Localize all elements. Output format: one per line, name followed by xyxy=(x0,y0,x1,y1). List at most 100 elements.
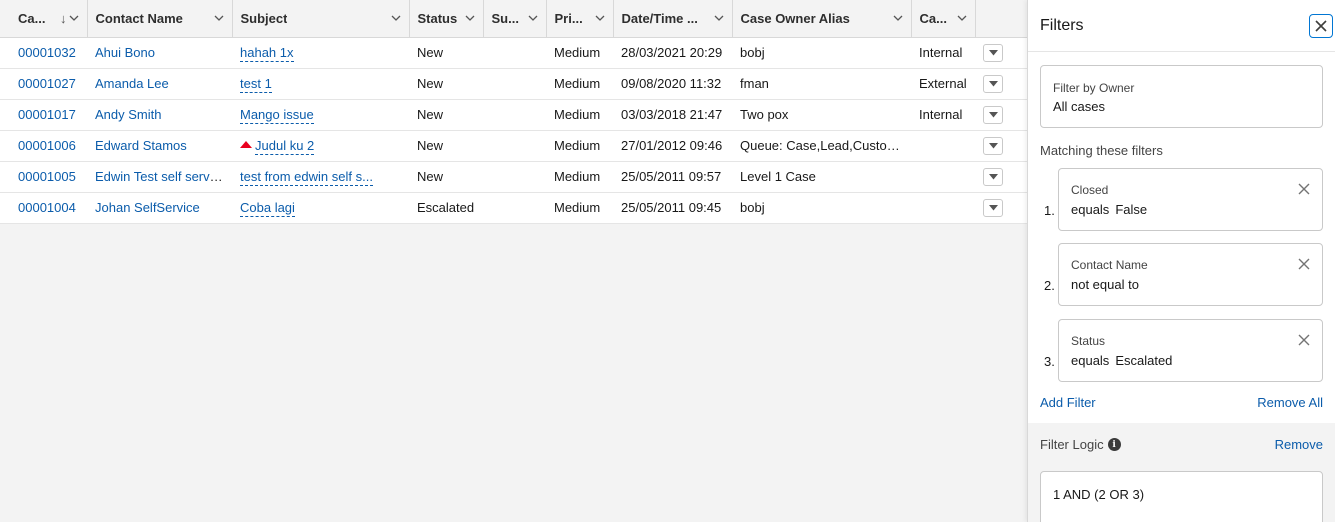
sort-descending-icon[interactable]: ↓ xyxy=(60,11,67,26)
column-header-label: Su... xyxy=(491,10,519,26)
subject-cell: hahah 1x xyxy=(232,37,409,69)
filter-field: Closed xyxy=(1071,183,1109,197)
contact-name-link[interactable]: Amanda Lee xyxy=(95,76,169,91)
priority-cell: Medium xyxy=(546,37,613,69)
sub-cell xyxy=(483,130,546,162)
contact-name-link[interactable]: Ahui Bono xyxy=(95,45,155,60)
case-number-link[interactable]: 00001017 xyxy=(18,107,76,122)
sub-cell xyxy=(483,68,546,100)
filters-panel: Filters Filter by Owner All cases Matchi… xyxy=(1027,0,1335,522)
remove-filter-icon[interactable] xyxy=(1298,334,1310,346)
chevron-down-icon[interactable] xyxy=(391,13,401,23)
table-row: 00001032 Ahui Bono hahah 1x New Medium 28/03/… xyxy=(0,37,1027,69)
chevron-down-icon xyxy=(988,142,998,148)
filter-value: Escalated xyxy=(1115,353,1173,368)
column-header[interactable]: Su... xyxy=(483,0,547,38)
chevron-down-icon xyxy=(988,80,998,86)
sub-cell xyxy=(483,37,546,69)
remove-all-link[interactable]: Remove All xyxy=(1257,395,1323,410)
table-row: 00001004 Johan SelfService Coba lagi Escala… xyxy=(0,192,1027,224)
filter-number: 2. xyxy=(1044,278,1055,293)
contact-name-cell: Ahui Bono xyxy=(87,37,232,69)
row-action-menu-button[interactable] xyxy=(983,43,1003,62)
chevron-down-icon[interactable] xyxy=(714,13,724,23)
case-type-cell xyxy=(911,161,975,193)
status-cell: Escalated xyxy=(409,192,483,224)
row-actions-cell xyxy=(975,192,1027,224)
row-action-menu-button[interactable] xyxy=(983,105,1003,124)
filter-number: 1. xyxy=(1044,203,1055,218)
chevron-down-icon[interactable] xyxy=(528,13,538,23)
filter-card-status[interactable]: Status equals Escalated xyxy=(1058,319,1323,382)
row-action-menu-button[interactable] xyxy=(983,167,1003,186)
datetime-cell: 27/01/2012 09:46 xyxy=(613,130,732,162)
chevron-down-icon[interactable] xyxy=(595,13,605,23)
contact-name-link[interactable]: Johan SelfService xyxy=(95,200,200,215)
column-header[interactable]: Date/Time ... xyxy=(613,0,733,38)
filter-card-closed[interactable]: Closed equals False xyxy=(1058,168,1323,231)
subject-link[interactable]: test 1 xyxy=(240,76,272,93)
priority-cell: Medium xyxy=(546,99,613,131)
case-number-link[interactable]: 00001004 xyxy=(18,200,76,215)
chevron-down-icon[interactable] xyxy=(465,13,475,23)
priority-cell: Medium xyxy=(546,130,613,162)
list-view: Ca... ↓ Contact Name Subject Status Su... Pri.… xyxy=(0,0,1027,522)
column-header[interactable]: Ca... ↓ xyxy=(0,0,88,38)
owner-alias-cell: Level 1 Case xyxy=(732,161,911,193)
table-header-row: Ca... ↓ Contact Name Subject Status Su... Pri.… xyxy=(0,0,1027,38)
case-number-link[interactable]: 00001006 xyxy=(18,138,76,153)
subject-cell: test from edwin self s... xyxy=(232,161,409,193)
filter-logic-label: Filter Logic xyxy=(1040,437,1104,452)
filter-field: Contact Name xyxy=(1071,258,1148,272)
datetime-cell: 03/03/2018 21:47 xyxy=(613,99,732,131)
filter-card-contact-name[interactable]: Contact Name not equal to xyxy=(1058,243,1323,306)
chevron-down-icon[interactable] xyxy=(69,13,79,23)
column-header[interactable]: Case Owner Alias xyxy=(732,0,912,38)
column-header-label: Contact Name xyxy=(95,10,183,26)
subject-link[interactable]: Mango issue xyxy=(240,107,314,124)
filter-value: False xyxy=(1115,202,1148,217)
filter-by-owner[interactable]: Filter by Owner All cases xyxy=(1040,65,1323,128)
remove-logic-link[interactable]: Remove xyxy=(1275,437,1323,452)
filter-operator: equals xyxy=(1071,202,1110,217)
case-number-link[interactable]: 00001005 xyxy=(18,169,76,184)
matching-filters-label: Matching these filters xyxy=(1040,143,1163,158)
column-header[interactable]: Subject xyxy=(232,0,410,38)
status-cell: New xyxy=(409,99,483,131)
subject-link[interactable]: Coba lagi xyxy=(240,200,295,217)
status-cell: New xyxy=(409,161,483,193)
column-header[interactable]: Contact Name xyxy=(87,0,233,38)
sub-cell xyxy=(483,161,546,193)
column-header[interactable]: Ca... xyxy=(911,0,976,38)
contact-name-link[interactable]: Andy Smith xyxy=(95,107,161,122)
subject-link[interactable]: hahah 1x xyxy=(240,45,294,62)
column-header[interactable]: Status xyxy=(409,0,484,38)
subject-link[interactable]: Judul ku 2 xyxy=(255,138,315,155)
datetime-cell: 25/05/2011 09:45 xyxy=(613,192,732,224)
sub-cell xyxy=(483,99,546,131)
info-icon[interactable]: i xyxy=(1107,438,1121,451)
row-action-menu-button[interactable] xyxy=(983,198,1003,217)
row-action-menu-button[interactable] xyxy=(983,74,1003,93)
case-number-cell: 00001006 xyxy=(0,130,87,162)
column-header[interactable]: Pri... xyxy=(546,0,614,38)
contact-name-cell: Andy Smith xyxy=(87,99,232,131)
chevron-down-icon[interactable] xyxy=(893,13,903,23)
add-filter-link[interactable]: Add Filter xyxy=(1040,395,1096,410)
chevron-down-icon[interactable] xyxy=(957,13,967,23)
contact-name-link[interactable]: Edwin Test self service xyxy=(95,169,226,184)
close-filters-button[interactable] xyxy=(1309,13,1333,38)
filter-by-owner-value: All cases xyxy=(1053,99,1106,114)
priority-cell: Medium xyxy=(546,161,613,193)
subject-link[interactable]: test from edwin self s... xyxy=(240,169,373,186)
filter-logic-input[interactable]: 1 AND (2 OR 3) xyxy=(1040,471,1323,522)
remove-filter-icon[interactable] xyxy=(1298,258,1310,270)
column-header-label: Ca... xyxy=(18,10,46,26)
chevron-down-icon[interactable] xyxy=(214,13,224,23)
case-type-cell: External xyxy=(911,68,975,100)
case-number-link[interactable]: 00001027 xyxy=(18,76,76,91)
remove-filter-icon[interactable] xyxy=(1298,183,1310,195)
row-action-menu-button[interactable] xyxy=(983,136,1003,155)
contact-name-link[interactable]: Edward Stamos xyxy=(95,138,187,153)
case-number-link[interactable]: 00001032 xyxy=(18,45,76,60)
